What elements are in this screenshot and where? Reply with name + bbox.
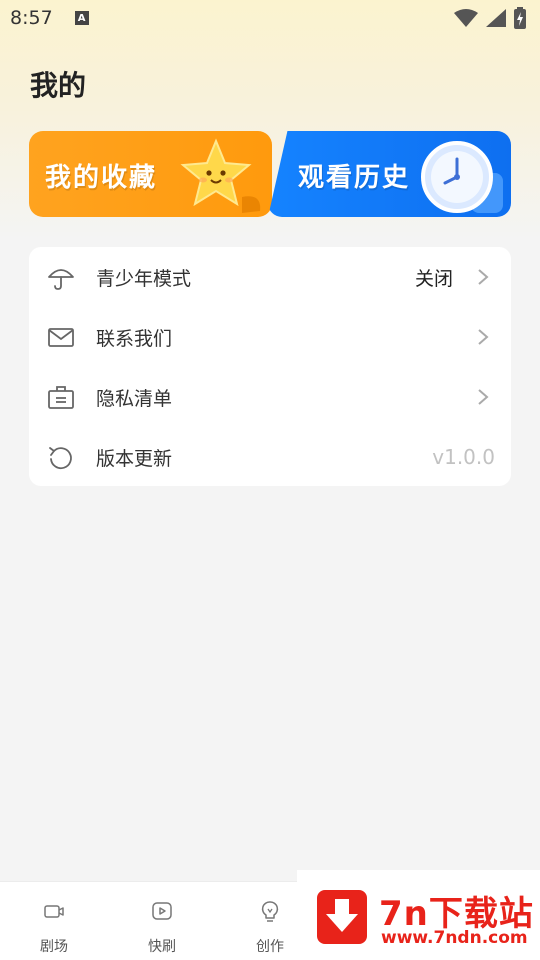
umbrella-icon	[48, 269, 74, 290]
chevron-right-icon	[478, 389, 489, 405]
watermark-url: www.7ndn.com	[381, 928, 528, 948]
favorites-label: 我的收藏	[45, 163, 158, 193]
menu-item-youth-mode[interactable]: 青少年模式 关闭	[29, 247, 511, 307]
clock-icon	[421, 141, 503, 213]
youth-mode-status: 关闭	[414, 267, 453, 290]
page-title: 我的	[30, 69, 87, 102]
a-icon: A	[74, 11, 89, 25]
play-icon	[152, 902, 172, 920]
status-time: 8:57	[10, 7, 53, 29]
status-icons	[454, 7, 526, 29]
settings-menu: 青少年模式 关闭 联系我们 隐私清单 版本更新 v1.0.0	[29, 247, 511, 486]
download-arrow-icon	[317, 890, 367, 944]
nav-label: 剧场	[40, 939, 68, 955]
history-card[interactable]: 观看历史	[268, 131, 511, 217]
status-bar: 8:57 A	[0, 0, 540, 36]
menu-item-version-update[interactable]: 版本更新 v1.0.0	[29, 427, 511, 487]
briefcase-icon	[48, 386, 74, 409]
version-number: v1.0.0	[432, 445, 495, 469]
lightbulb-icon	[261, 901, 279, 922]
favorites-card[interactable]: 我的收藏	[29, 131, 272, 217]
menu-item-privacy-list[interactable]: 隐私清单	[29, 367, 511, 427]
battery-icon	[514, 7, 526, 29]
menu-label: 青少年模式	[96, 267, 192, 290]
chevron-right-icon	[478, 329, 489, 345]
chevron-right-icon	[478, 269, 489, 285]
video-camera-icon	[44, 905, 64, 918]
menu-item-contact-us[interactable]: 联系我们	[29, 307, 511, 367]
menu-label: 隐私清单	[96, 387, 173, 410]
menu-label: 联系我们	[96, 327, 173, 350]
nav-label: 快刷	[148, 939, 176, 955]
mail-icon	[48, 328, 74, 347]
wifi-icon	[454, 9, 478, 27]
nav-tab-quick-swipe[interactable]: 快刷	[122, 882, 202, 960]
history-label: 观看历史	[298, 163, 411, 193]
refresh-icon	[49, 447, 72, 470]
site-watermark: 7n下载站 www.7ndn.com	[297, 870, 540, 960]
star-icon	[180, 138, 261, 213]
menu-label: 版本更新	[96, 447, 173, 470]
signal-icon	[486, 9, 506, 27]
nav-tab-theater[interactable]: 剧场	[14, 882, 94, 960]
